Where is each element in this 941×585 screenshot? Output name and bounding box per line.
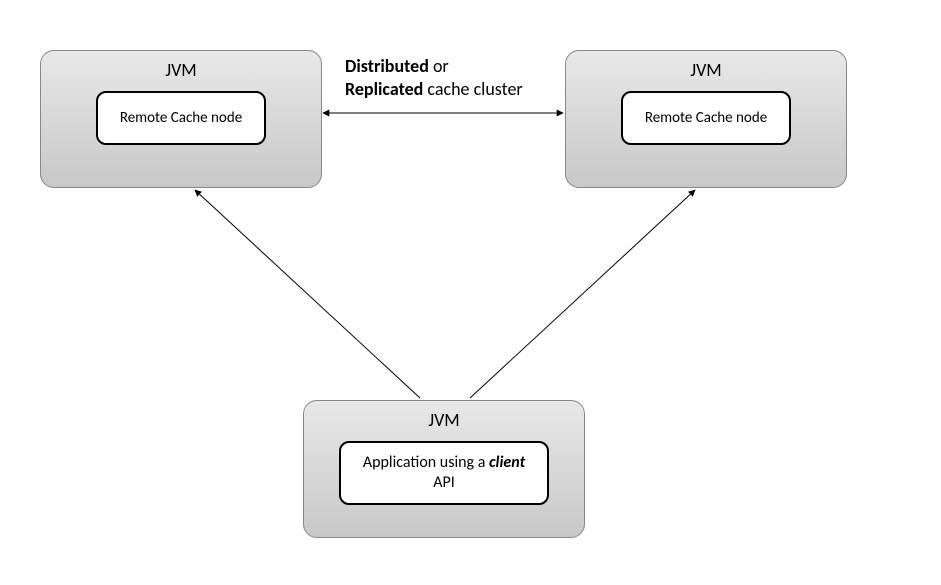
remote-cache-node-left: Remote Cache node xyxy=(96,91,266,145)
jvm-label-left: JVM xyxy=(165,59,196,81)
cluster-label: Distributed or Replicated cache cluster xyxy=(345,55,523,102)
jvm-label-bottom: JVM xyxy=(428,409,459,431)
jvm-box-right: JVM Remote Cache node xyxy=(565,50,847,188)
cluster-word-distributed: Distributed xyxy=(345,55,429,77)
application-client-api: Application using a client API xyxy=(339,441,549,505)
cluster-word-replicated: Replicated xyxy=(345,78,423,100)
jvm-label-right: JVM xyxy=(690,59,721,81)
jvm-box-left: JVM Remote Cache node xyxy=(40,50,322,188)
jvm-box-bottom: JVM Application using a client API xyxy=(303,400,585,538)
remote-cache-node-right: Remote Cache node xyxy=(621,91,791,145)
